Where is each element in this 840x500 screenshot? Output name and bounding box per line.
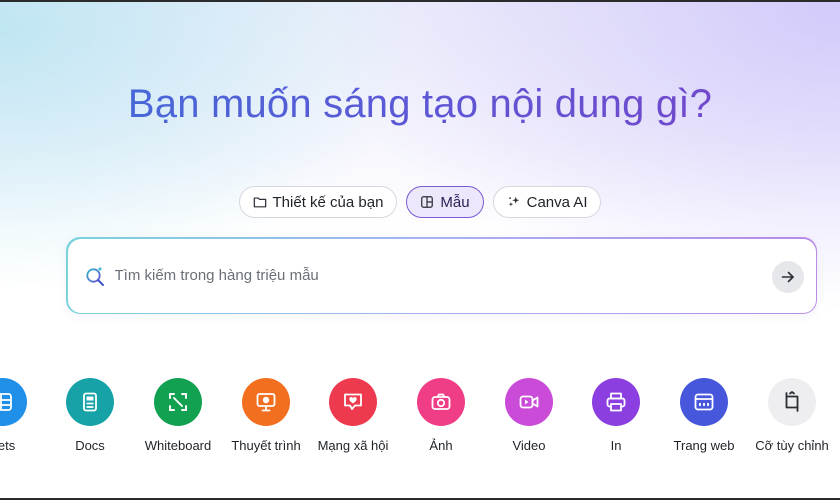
search-box-inner	[67, 238, 816, 313]
category-circle	[768, 378, 816, 426]
magic-search-icon	[85, 266, 104, 286]
category-sheets[interactable]: eets	[0, 378, 48, 453]
category-label: Ảnh	[429, 438, 453, 453]
category-custom-size[interactable]: Cỡ tùy chỉnh	[747, 378, 837, 453]
search-box	[66, 237, 817, 314]
presentation-icon	[256, 393, 276, 412]
tab-your-designs[interactable]: Thiết kế của bạn	[238, 186, 398, 218]
category-presentation[interactable]: Thuyết trình	[221, 378, 311, 453]
category-video[interactable]: Video	[484, 378, 574, 453]
top-border	[0, 0, 840, 2]
category-label: Thuyết trình	[231, 438, 301, 453]
custom-size-icon	[785, 391, 799, 412]
category-circle	[680, 378, 728, 426]
category-label: Video	[512, 438, 546, 453]
website-icon	[694, 393, 714, 411]
folder-icon	[253, 197, 266, 208]
page-title: Bạn muốn sáng tạo nội dung gì?	[0, 82, 840, 127]
category-circle	[0, 378, 27, 426]
category-label: In	[610, 438, 622, 453]
sheets-icon	[0, 393, 12, 411]
category-docs[interactable]: Docs	[45, 378, 135, 453]
tab-label: Thiết kế của bạn	[272, 193, 384, 211]
video-icon	[519, 395, 539, 409]
category-circle	[592, 378, 640, 426]
arrow-right-icon	[781, 271, 794, 282]
tab-canva-ai[interactable]: Canva AI	[492, 186, 602, 218]
search-submit-button[interactable]	[771, 260, 804, 293]
category-label: Trang web	[673, 438, 735, 453]
mode-tabs: Thiết kế của bạn Mẫu Canva AI	[0, 186, 840, 218]
template-icon	[421, 196, 434, 208]
category-social-media[interactable]: Mạng xã hội	[308, 378, 398, 453]
category-circle	[505, 378, 553, 426]
search-input[interactable]	[114, 260, 755, 291]
camera-icon	[431, 393, 451, 410]
category-label: Docs	[75, 438, 105, 453]
printer-icon	[606, 392, 626, 412]
tab-label: Canva AI	[526, 193, 588, 211]
category-website[interactable]: Trang web	[659, 378, 749, 453]
tab-templates[interactable]: Mẫu	[406, 186, 484, 218]
category-whiteboard[interactable]: Whiteboard	[133, 378, 223, 453]
tab-label: Mẫu	[440, 193, 470, 211]
category-label: Whiteboard	[144, 438, 212, 453]
heart-chat-icon	[344, 393, 362, 410]
category-label: eets	[0, 438, 16, 453]
category-circle	[154, 378, 202, 426]
whiteboard-icon	[169, 393, 187, 411]
category-label: Cỡ tùy chỉnh	[755, 438, 829, 453]
docs-icon	[83, 392, 97, 412]
category-circle	[417, 378, 465, 426]
category-print[interactable]: In	[571, 378, 661, 453]
category-circle	[329, 378, 377, 426]
category-photo[interactable]: Ảnh	[396, 378, 486, 453]
sparkle-icon	[508, 196, 519, 207]
category-circle	[66, 378, 114, 426]
category-circle	[242, 378, 290, 426]
category-label: Mạng xã hội	[317, 438, 389, 453]
